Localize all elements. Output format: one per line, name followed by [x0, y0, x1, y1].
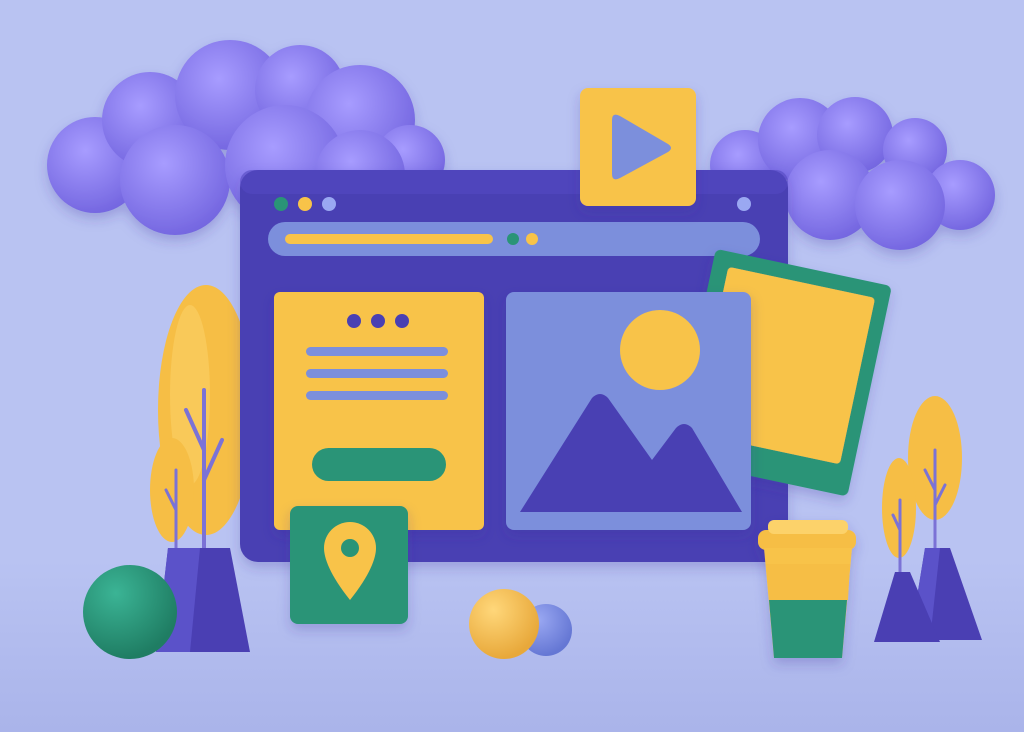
illustration-scene [0, 40, 1024, 732]
image-icon [506, 292, 751, 530]
text-line [306, 391, 448, 400]
coffee-cup-icon [758, 520, 856, 658]
text-line [306, 369, 448, 378]
action-pill [312, 448, 446, 481]
window-dot-green [274, 197, 288, 211]
text-line [306, 347, 448, 356]
window-dot-right [737, 197, 751, 211]
ball-icon [469, 589, 539, 659]
map-pin-icon [290, 506, 408, 624]
text-card [274, 292, 484, 530]
ball-icon [83, 565, 177, 659]
play-icon [580, 88, 696, 206]
window-dot-yellow [298, 197, 312, 211]
window-dot-blue [322, 197, 336, 211]
sun-shape [620, 310, 700, 390]
